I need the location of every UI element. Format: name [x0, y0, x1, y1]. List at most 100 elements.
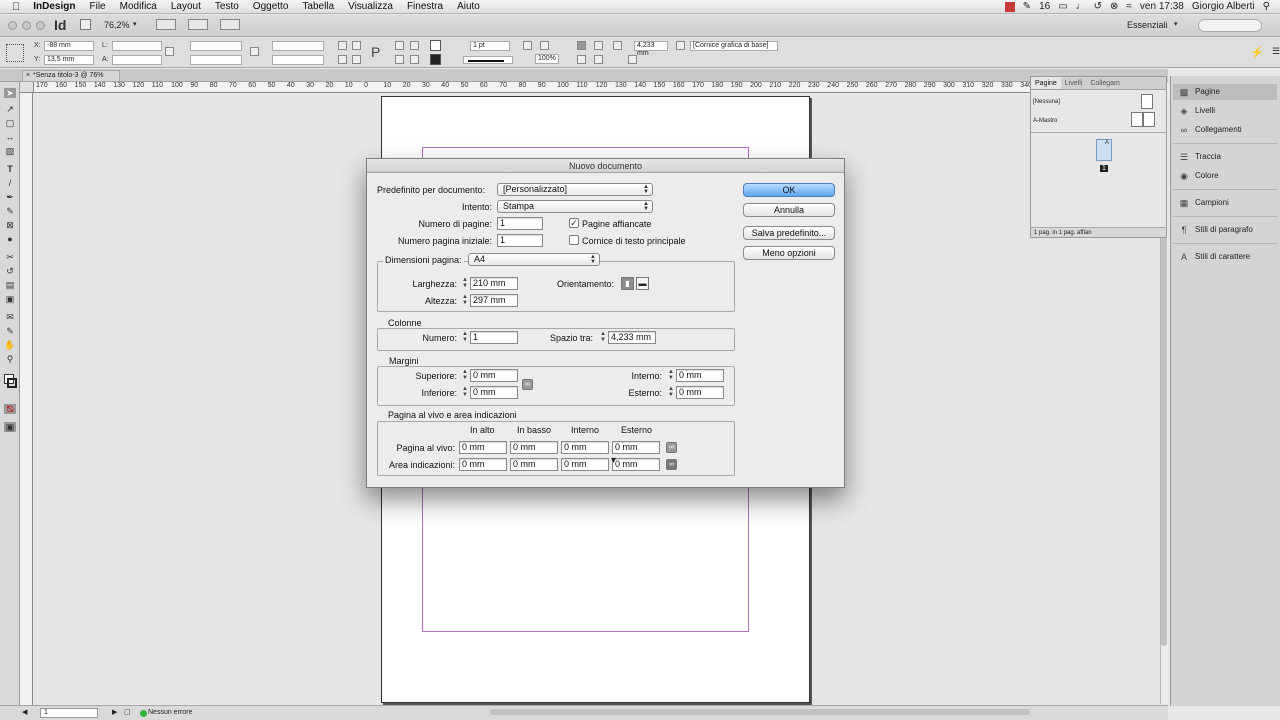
slug-outside-input[interactable]: 0 mm — [612, 458, 660, 471]
minimize-window-button[interactable] — [22, 21, 31, 30]
link-slug-icon[interactable]: ∞ — [666, 459, 677, 470]
close-window-button[interactable] — [8, 21, 17, 30]
shear-input[interactable] — [272, 55, 324, 65]
pencil-tool-icon[interactable]: ✎ — [4, 206, 16, 216]
intent-select[interactable]: Stampa ▲ ▼ — [497, 200, 653, 213]
line-tool-icon[interactable]: / — [4, 178, 16, 188]
master-left-thumbnail[interactable] — [1131, 112, 1143, 127]
first-page-icon[interactable]: ◀ — [22, 708, 27, 716]
constrain-scale-icon[interactable] — [250, 47, 259, 56]
panel-menu-icon[interactable]: ☰ — [1272, 46, 1280, 57]
bleed-inside-input[interactable]: 0 mm — [561, 441, 609, 454]
y-position-input[interactable]: 13,5 mm — [44, 55, 94, 65]
preset-select[interactable]: [Personalizzato] ▲ ▼ — [497, 183, 653, 196]
facing-pages-checkbox[interactable]: ✓ — [569, 218, 579, 228]
next-page-icon[interactable]: ▶ — [112, 708, 117, 716]
object-style-select[interactable]: [Cornice grafica di base] — [690, 41, 778, 51]
record-icon[interactable] — [1004, 1, 1015, 12]
free-transform-tool-icon[interactable]: ↺ — [4, 266, 16, 276]
constrain-proportions-icon[interactable] — [165, 47, 174, 56]
menu-layout[interactable]: Layout — [164, 1, 208, 12]
width-input[interactable]: 210 mm — [470, 277, 518, 290]
landscape-orientation-icon[interactable]: ▬ — [636, 277, 649, 290]
primary-text-frame-checkbox[interactable] — [569, 235, 579, 245]
horizontal-ruler[interactable]: 170 160 150 140 130 120 110 100 90 80 70 60 50 40 30 20… — [34, 82, 1160, 93]
text-wrap-icon[interactable] — [577, 41, 586, 50]
direct-selection-tool-icon[interactable]: ↗ — [4, 104, 16, 114]
gap-tool-icon[interactable]: ↔ — [4, 132, 16, 142]
close-tab-icon[interactable]: × — [26, 71, 30, 81]
flip-vertical-icon[interactable] — [352, 55, 361, 64]
dock-item-livelli[interactable]: ◈ Livelli — [1173, 103, 1277, 119]
page-size-select[interactable]: A4 ▲ ▼ — [468, 253, 600, 266]
scale-y-input[interactable] — [190, 55, 242, 65]
rotate-cw-icon[interactable] — [338, 41, 347, 50]
gutter-input[interactable]: 4,233 mm — [608, 331, 656, 344]
preflight-status-text[interactable]: Nessun errore — [148, 709, 192, 716]
drop-shadow-icon[interactable] — [523, 41, 532, 50]
pages-input[interactable]: 1 — [497, 217, 543, 230]
stroke-swatch-icon[interactable] — [430, 54, 441, 65]
gradient-swatch-tool-icon[interactable]: ▤ — [4, 280, 16, 290]
scale-x-input[interactable] — [190, 41, 242, 51]
object-style-icon[interactable] — [676, 41, 685, 50]
opacity-input[interactable]: 100% — [535, 54, 559, 64]
gradient-feather-tool-icon[interactable]: ▣ — [4, 294, 16, 304]
height-input[interactable] — [112, 55, 162, 65]
scissors-tool-icon[interactable]: ✂ — [4, 252, 16, 262]
x-position-input[interactable]: -88 mm — [44, 41, 94, 51]
view-options-button[interactable] — [156, 19, 176, 30]
app-menu[interactable]: InDesign — [26, 1, 82, 12]
bridge-icon[interactable] — [80, 19, 91, 30]
menu-file[interactable]: File — [82, 1, 112, 12]
master-a-item[interactable]: A-Mastro — [1033, 118, 1057, 124]
stroke-weight-input[interactable]: 1 pt — [470, 41, 510, 51]
user-name[interactable]: Giorgio Alberti — [1192, 1, 1255, 12]
outside-margin-stepper[interactable]: ▲ ▼ — [667, 386, 675, 399]
tab-livelli[interactable]: Livelli — [1061, 77, 1087, 89]
slug-inside-input[interactable]: 0 mm — [561, 458, 609, 471]
corner-options-icon[interactable] — [628, 55, 637, 64]
page-1-thumbnail[interactable]: A — [1096, 139, 1112, 161]
rotation-input[interactable] — [272, 41, 324, 51]
battery-icon[interactable]: ▭ — [1058, 1, 1067, 12]
type-tool-icon[interactable]: T — [4, 164, 16, 174]
apple-menu-icon[interactable]:  — [0, 1, 26, 13]
ruler-origin-icon[interactable] — [20, 82, 34, 93]
help-search-input[interactable] — [1198, 19, 1262, 32]
volume-icon[interactable]: ♩ — [1076, 1, 1086, 12]
inside-margin-stepper[interactable]: ▲ ▼ — [667, 369, 675, 382]
inside-margin-input[interactable]: 0 mm — [676, 369, 724, 382]
dock-item-traccia[interactable]: ☰ Traccia — [1173, 149, 1277, 165]
select-content-icon[interactable] — [395, 55, 404, 64]
top-margin-input[interactable]: 0 mm — [470, 369, 518, 382]
ok-button[interactable]: OK — [743, 183, 835, 197]
zoom-tool-icon[interactable]: ⚲ — [4, 354, 16, 364]
menu-modifica[interactable]: Modifica — [113, 1, 164, 12]
fewer-options-button[interactable]: Meno opzioni — [743, 246, 835, 260]
gutter-stepper[interactable]: ▲ ▼ — [599, 331, 607, 344]
clock-text[interactable]: ven 17:38 — [1140, 1, 1184, 12]
screen-mode-icon[interactable]: ▣ — [4, 422, 16, 432]
zoom-window-button[interactable] — [36, 21, 45, 30]
dock-item-stili-carattere[interactable]: A Stili di carattere — [1173, 249, 1277, 265]
horizontal-scroll-thumb[interactable] — [490, 709, 1030, 715]
gap-input[interactable]: 4,233 mm — [634, 41, 668, 57]
pen-tool-icon[interactable]: ✒ — [4, 192, 16, 202]
portrait-orientation-icon[interactable]: ▮ — [621, 277, 634, 290]
bluetooth-icon[interactable]: ⊗ — [1110, 1, 1118, 12]
dock-item-pagine[interactable]: ▩ Pagine — [1173, 84, 1277, 100]
bleed-top-input[interactable]: 0 mm — [459, 441, 507, 454]
master-none-item[interactable]: [Nessuna] — [1033, 99, 1060, 105]
top-margin-stepper[interactable]: ▲ ▼ — [461, 369, 469, 382]
start-page-input[interactable]: 1 — [497, 234, 543, 247]
selection-tool-icon[interactable]: ➤ — [4, 88, 16, 98]
bottom-margin-input[interactable]: 0 mm — [470, 386, 518, 399]
height-stepper[interactable]: ▲ ▼ — [461, 294, 469, 307]
note-tool-icon[interactable]: ✉ — [4, 312, 16, 322]
hand-tool-icon[interactable]: ✋ — [4, 340, 16, 350]
stroke-type-select[interactable] — [463, 56, 513, 64]
spotlight-icon[interactable]: ⚲ — [1263, 1, 1270, 12]
columns-input[interactable]: 1 — [470, 331, 518, 344]
columns-stepper[interactable]: ▲ ▼ — [461, 331, 469, 344]
